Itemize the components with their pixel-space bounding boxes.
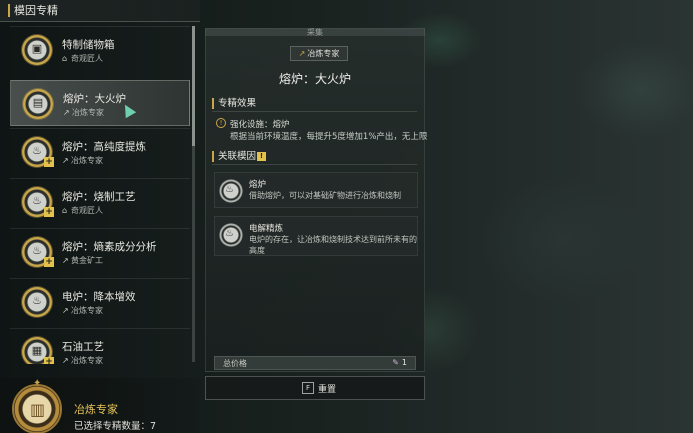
info-icon[interactable]: !	[257, 152, 266, 161]
electric-furnace-icon: ♨	[22, 287, 52, 317]
related-heading: 关联模因	[212, 151, 256, 162]
effect-name: 强化设施：熔炉	[230, 120, 290, 130]
item-category: ↗ 黄金矿工	[62, 256, 103, 265]
divider	[212, 164, 417, 165]
item-category: ⌂ 奇观匠人	[62, 54, 103, 63]
hammer-icon: ↗	[62, 356, 69, 364]
list-item[interactable]: ♨ + 熔炉：烧制工艺 ⌂ 奇观匠人	[10, 178, 190, 224]
item-name: 石油工艺	[62, 341, 104, 353]
plus-icon: +	[44, 207, 54, 217]
storage-box-icon: ▣	[22, 35, 52, 65]
list-item-selected[interactable]: ▤ 熔炉：大火炉 ↗ 冶炼专家	[10, 80, 190, 126]
item-name: 熔炉：大火炉	[63, 93, 126, 105]
total-price-bar: 总价格 ✎ 1	[214, 356, 416, 370]
related-name: 熔炉	[249, 180, 267, 190]
related-description: 借助熔炉，可以对基础矿物进行冶炼和烧制	[249, 191, 401, 200]
furnace-icon: ♨ +	[22, 237, 54, 267]
item-name: 电炉：降本增效	[62, 291, 136, 303]
scrollbar-thumb[interactable]	[192, 26, 195, 146]
item-category: ↗ 冶炼专家	[62, 156, 103, 165]
effects-heading: 专精效果	[212, 98, 256, 109]
home-icon: ⌂	[62, 206, 68, 215]
key-hint: F	[302, 382, 314, 394]
reset-label: 重置	[318, 385, 337, 395]
related-card-electrolysis[interactable]: ♨ 电解精炼 电炉的存在，让冶炼和烧制技术达到前所未有的高度	[214, 216, 418, 256]
furnace-icon: ▤	[23, 89, 53, 119]
category-label: 采集	[307, 28, 323, 37]
related-name: 电解精炼	[249, 224, 284, 234]
item-category: ↗ 冶炼专家	[63, 108, 104, 117]
profession-tag: ↗ 冶炼专家	[290, 46, 348, 61]
smelting-expert-emblem-icon: ✦ ▥	[12, 378, 62, 433]
oil-icon: ▦ +	[22, 337, 54, 364]
item-name: 特制储物箱	[62, 39, 115, 51]
plus-icon: +	[44, 357, 54, 364]
furnace-icon: ♨ +	[22, 137, 54, 167]
related-description: 电炉的存在，让冶炼和烧制技术达到前所未有的高度	[249, 235, 417, 255]
furnace-icon: ♨ +	[22, 187, 54, 217]
item-name: 熔炉：熵素成分分析	[62, 241, 157, 253]
item-name: 熔炉：高纯度提炼	[62, 141, 146, 153]
reset-button[interactable]: F 重置	[205, 376, 425, 400]
item-category: ⌂ 奇观匠人	[62, 206, 103, 215]
list-item[interactable]: ♨ + 熔炉：高纯度提炼 ↗ 冶炼专家	[10, 128, 190, 174]
divider	[212, 111, 417, 112]
furnace-icon: ♨	[219, 179, 243, 203]
plus-icon: +	[44, 257, 54, 267]
effect-description: 根据当前环境温度，每提升5度增加1%产出，无上限	[230, 132, 428, 142]
price-value: ✎ 1	[392, 358, 407, 367]
item-category: ↗ 冶炼专家	[62, 306, 103, 315]
feather-icon: ✎	[392, 358, 399, 367]
related-card-furnace[interactable]: ♨ 熔炉 借助熔炉，可以对基础矿物进行冶炼和烧制	[214, 172, 418, 208]
detail-title: 熔炉：大火炉	[278, 72, 351, 86]
hammer-icon: ↗	[63, 108, 70, 117]
list-scrollbar[interactable]	[192, 26, 195, 362]
header-bar: 模因专精	[0, 0, 200, 22]
meme-list: ▣ 特制储物箱 ⌂ 奇观匠人 ▤ 熔炉：大火炉 ↗ 冶炼专家 ♨ + 熔炉：高纯度提炼…	[10, 24, 196, 364]
electric-furnace-icon: ♨	[219, 223, 243, 247]
hammer-icon: ↗	[62, 306, 69, 315]
pick-icon: ↗	[62, 256, 69, 265]
list-item[interactable]: ♨ + 熔炉：熵素成分分析 ↗ 黄金矿工	[10, 228, 190, 274]
effect-info-icon: !	[216, 118, 226, 128]
list-item[interactable]: ♨ 电炉：降本增效 ↗ 冶炼专家	[10, 278, 190, 324]
spark-icon: ✦	[33, 378, 42, 389]
list-item[interactable]: ▣ 特制储物箱 ⌂ 奇观匠人	[10, 26, 190, 72]
selected-count: 已选择专精数量：7	[74, 421, 157, 432]
hammer-icon: ↗	[62, 156, 69, 165]
hammer-icon: ↗	[298, 49, 306, 58]
price-label: 总价格	[223, 359, 247, 368]
list-item[interactable]: ▦ + 石油工艺 ↗ 冶炼专家	[10, 328, 190, 364]
item-name: 熔炉：烧制工艺	[62, 191, 136, 203]
page-title: 模因专精	[8, 4, 58, 17]
home-icon: ⌂	[62, 54, 68, 63]
plus-icon: +	[44, 157, 54, 167]
item-category: ↗ 冶炼专家	[62, 356, 103, 364]
summary-title: 冶炼专家	[74, 403, 118, 416]
